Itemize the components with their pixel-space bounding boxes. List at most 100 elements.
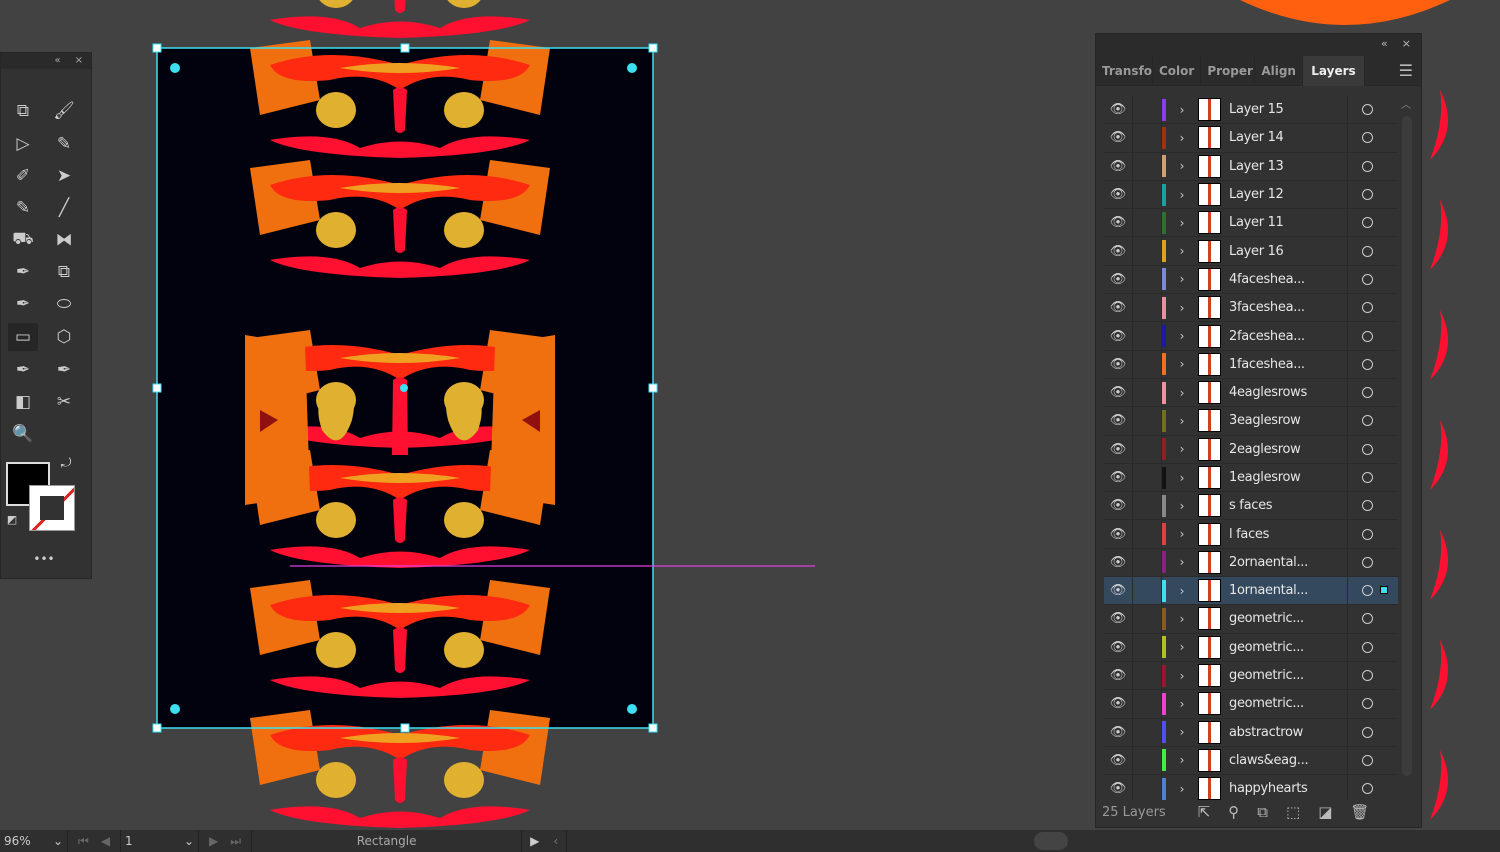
next-artboard-icon[interactable]: ▶: [209, 834, 218, 848]
layer-name[interactable]: 1faceshea...: [1229, 357, 1347, 372]
status-menu-icon[interactable]: ▶: [530, 834, 539, 848]
target-icon[interactable]: [1347, 350, 1387, 378]
layer-name[interactable]: 1ornaental...: [1229, 583, 1347, 598]
horizontal-scrollbar-thumb[interactable]: [1034, 832, 1068, 850]
layer-name[interactable]: Layer 16: [1229, 244, 1347, 259]
tab-properties[interactable]: Proper: [1201, 55, 1256, 86]
target-icon[interactable]: [1347, 96, 1387, 124]
layer-row[interactable]: 👁 › 2faceshea...: [1104, 322, 1398, 351]
layer-row[interactable]: 👁 › geometric...: [1104, 633, 1398, 662]
layer-row[interactable]: 👁 › Layer 12: [1104, 180, 1398, 210]
target-icon[interactable]: [1347, 492, 1387, 520]
layers-scrollbar[interactable]: ︿: [1398, 96, 1414, 800]
chevron-right-icon[interactable]: ›: [1166, 131, 1198, 145]
chevron-right-icon[interactable]: ›: [1166, 555, 1198, 569]
selection-tool-icon[interactable]: ➤: [49, 162, 79, 190]
visibility-eye-icon[interactable]: 👁: [1104, 470, 1132, 485]
layer-name[interactable]: geometric...: [1229, 668, 1347, 683]
target-icon[interactable]: [1347, 407, 1387, 435]
target-icon[interactable]: [1347, 661, 1387, 690]
visibility-eye-icon[interactable]: 👁: [1104, 527, 1132, 542]
target-icon[interactable]: [1347, 237, 1387, 265]
visibility-eye-icon[interactable]: 👁: [1104, 187, 1132, 202]
resize-handle[interactable]: [648, 383, 658, 393]
layer-name[interactable]: geometric...: [1229, 640, 1347, 655]
chevron-right-icon[interactable]: ›: [1166, 272, 1198, 286]
target-icon[interactable]: [1347, 605, 1387, 633]
live-paint-tool-icon[interactable]: ⛟: [8, 226, 38, 254]
target-icon[interactable]: [1347, 775, 1387, 800]
visibility-eye-icon[interactable]: 👁: [1104, 102, 1132, 117]
add-anchor-tool-icon[interactable]: ✒: [8, 258, 38, 286]
chevron-right-icon[interactable]: ›: [1166, 612, 1198, 626]
chevron-right-icon[interactable]: ›: [1166, 103, 1198, 117]
layer-name[interactable]: claws&eag...: [1229, 753, 1347, 768]
scrollbar-thumb[interactable]: [1402, 116, 1412, 776]
lock-toggle[interactable]: [1132, 690, 1162, 718]
lock-toggle[interactable]: [1132, 633, 1162, 661]
eyedropper-tool-icon[interactable]: ✎: [49, 130, 79, 158]
zoom-tool-icon[interactable]: 🔍: [8, 420, 38, 448]
line-tool-icon[interactable]: ╱: [49, 194, 79, 222]
export-icon[interactable]: ⇱: [1198, 803, 1211, 821]
pen-tool-icon[interactable]: ✒: [8, 356, 38, 384]
layer-row[interactable]: 👁 › Layer 15: [1104, 96, 1398, 125]
layer-name[interactable]: Layer 12: [1229, 187, 1347, 202]
selected-art-indicator[interactable]: [1380, 586, 1388, 595]
tab-transform[interactable]: Transfo: [1096, 55, 1153, 86]
tab-layers[interactable]: Layers: [1302, 55, 1365, 86]
layer-name[interactable]: 3eaglesrow: [1229, 413, 1347, 428]
layer-name[interactable]: abstractrow: [1229, 725, 1347, 740]
visibility-eye-icon[interactable]: 👁: [1104, 668, 1132, 683]
layer-row[interactable]: 👁 › Layer 13: [1104, 152, 1398, 181]
lock-toggle[interactable]: [1132, 294, 1162, 322]
collapse-icon[interactable]: «: [1381, 37, 1388, 53]
layer-name[interactable]: Layer 14: [1229, 130, 1347, 145]
corner-radius-widget[interactable]: [170, 63, 180, 73]
delete-icon[interactable]: 🗑: [1350, 803, 1369, 821]
lock-toggle[interactable]: [1132, 577, 1162, 605]
target-icon[interactable]: [1347, 378, 1387, 407]
layer-row[interactable]: 👁 › 4eaglesrows: [1104, 378, 1398, 408]
chevron-right-icon[interactable]: ›: [1166, 753, 1198, 767]
layer-row[interactable]: 👁 › 2ornaental...: [1104, 548, 1398, 578]
target-icon[interactable]: [1347, 548, 1387, 577]
layer-name[interactable]: 1eaglesrow: [1229, 470, 1347, 485]
layer-row[interactable]: 👁 › s faces: [1104, 492, 1398, 521]
resize-handle[interactable]: [400, 723, 410, 733]
corner-radius-widget[interactable]: [170, 704, 180, 714]
lock-toggle[interactable]: [1132, 378, 1162, 407]
visibility-eye-icon[interactable]: 👁: [1104, 640, 1132, 655]
target-icon[interactable]: [1347, 265, 1387, 294]
target-icon[interactable]: [1347, 180, 1387, 209]
lock-toggle[interactable]: [1132, 775, 1162, 800]
layer-name[interactable]: 2ornaental...: [1229, 555, 1347, 570]
lock-toggle[interactable]: [1132, 265, 1162, 294]
lock-toggle[interactable]: [1132, 322, 1162, 350]
visibility-eye-icon[interactable]: 👁: [1104, 555, 1132, 570]
resize-handle[interactable]: [400, 43, 410, 53]
lock-toggle[interactable]: [1132, 746, 1162, 775]
target-icon[interactable]: [1347, 294, 1387, 322]
layer-row[interactable]: 👁 › l faces: [1104, 520, 1398, 549]
lock-toggle[interactable]: [1132, 548, 1162, 577]
layer-name[interactable]: l faces: [1229, 527, 1347, 542]
target-icon[interactable]: [1347, 690, 1387, 718]
target-icon[interactable]: [1347, 633, 1387, 661]
chevron-right-icon[interactable]: ›: [1166, 584, 1198, 598]
layer-row[interactable]: 👁 › Layer 16: [1104, 237, 1398, 266]
visibility-eye-icon[interactable]: 👁: [1104, 696, 1132, 711]
lock-toggle[interactable]: [1132, 718, 1162, 746]
layer-row[interactable]: 👁 › geometric...: [1104, 690, 1398, 719]
close-icon[interactable]: ×: [1402, 37, 1411, 53]
target-icon[interactable]: [1347, 718, 1387, 746]
layer-row[interactable]: 👁 › happyhearts: [1104, 775, 1398, 800]
layer-row[interactable]: 👁 › claws&eag...: [1104, 746, 1398, 776]
layer-row[interactable]: 👁 › 1faceshea...: [1104, 350, 1398, 379]
layer-name[interactable]: Layer 15: [1229, 102, 1347, 117]
layer-row[interactable]: 👁 › geometric...: [1104, 605, 1398, 634]
layer-row[interactable]: 👁 › 1ornaental...: [1104, 577, 1398, 606]
lock-toggle[interactable]: [1132, 96, 1162, 124]
target-icon[interactable]: [1347, 209, 1387, 237]
visibility-eye-icon[interactable]: 👁: [1104, 272, 1132, 287]
